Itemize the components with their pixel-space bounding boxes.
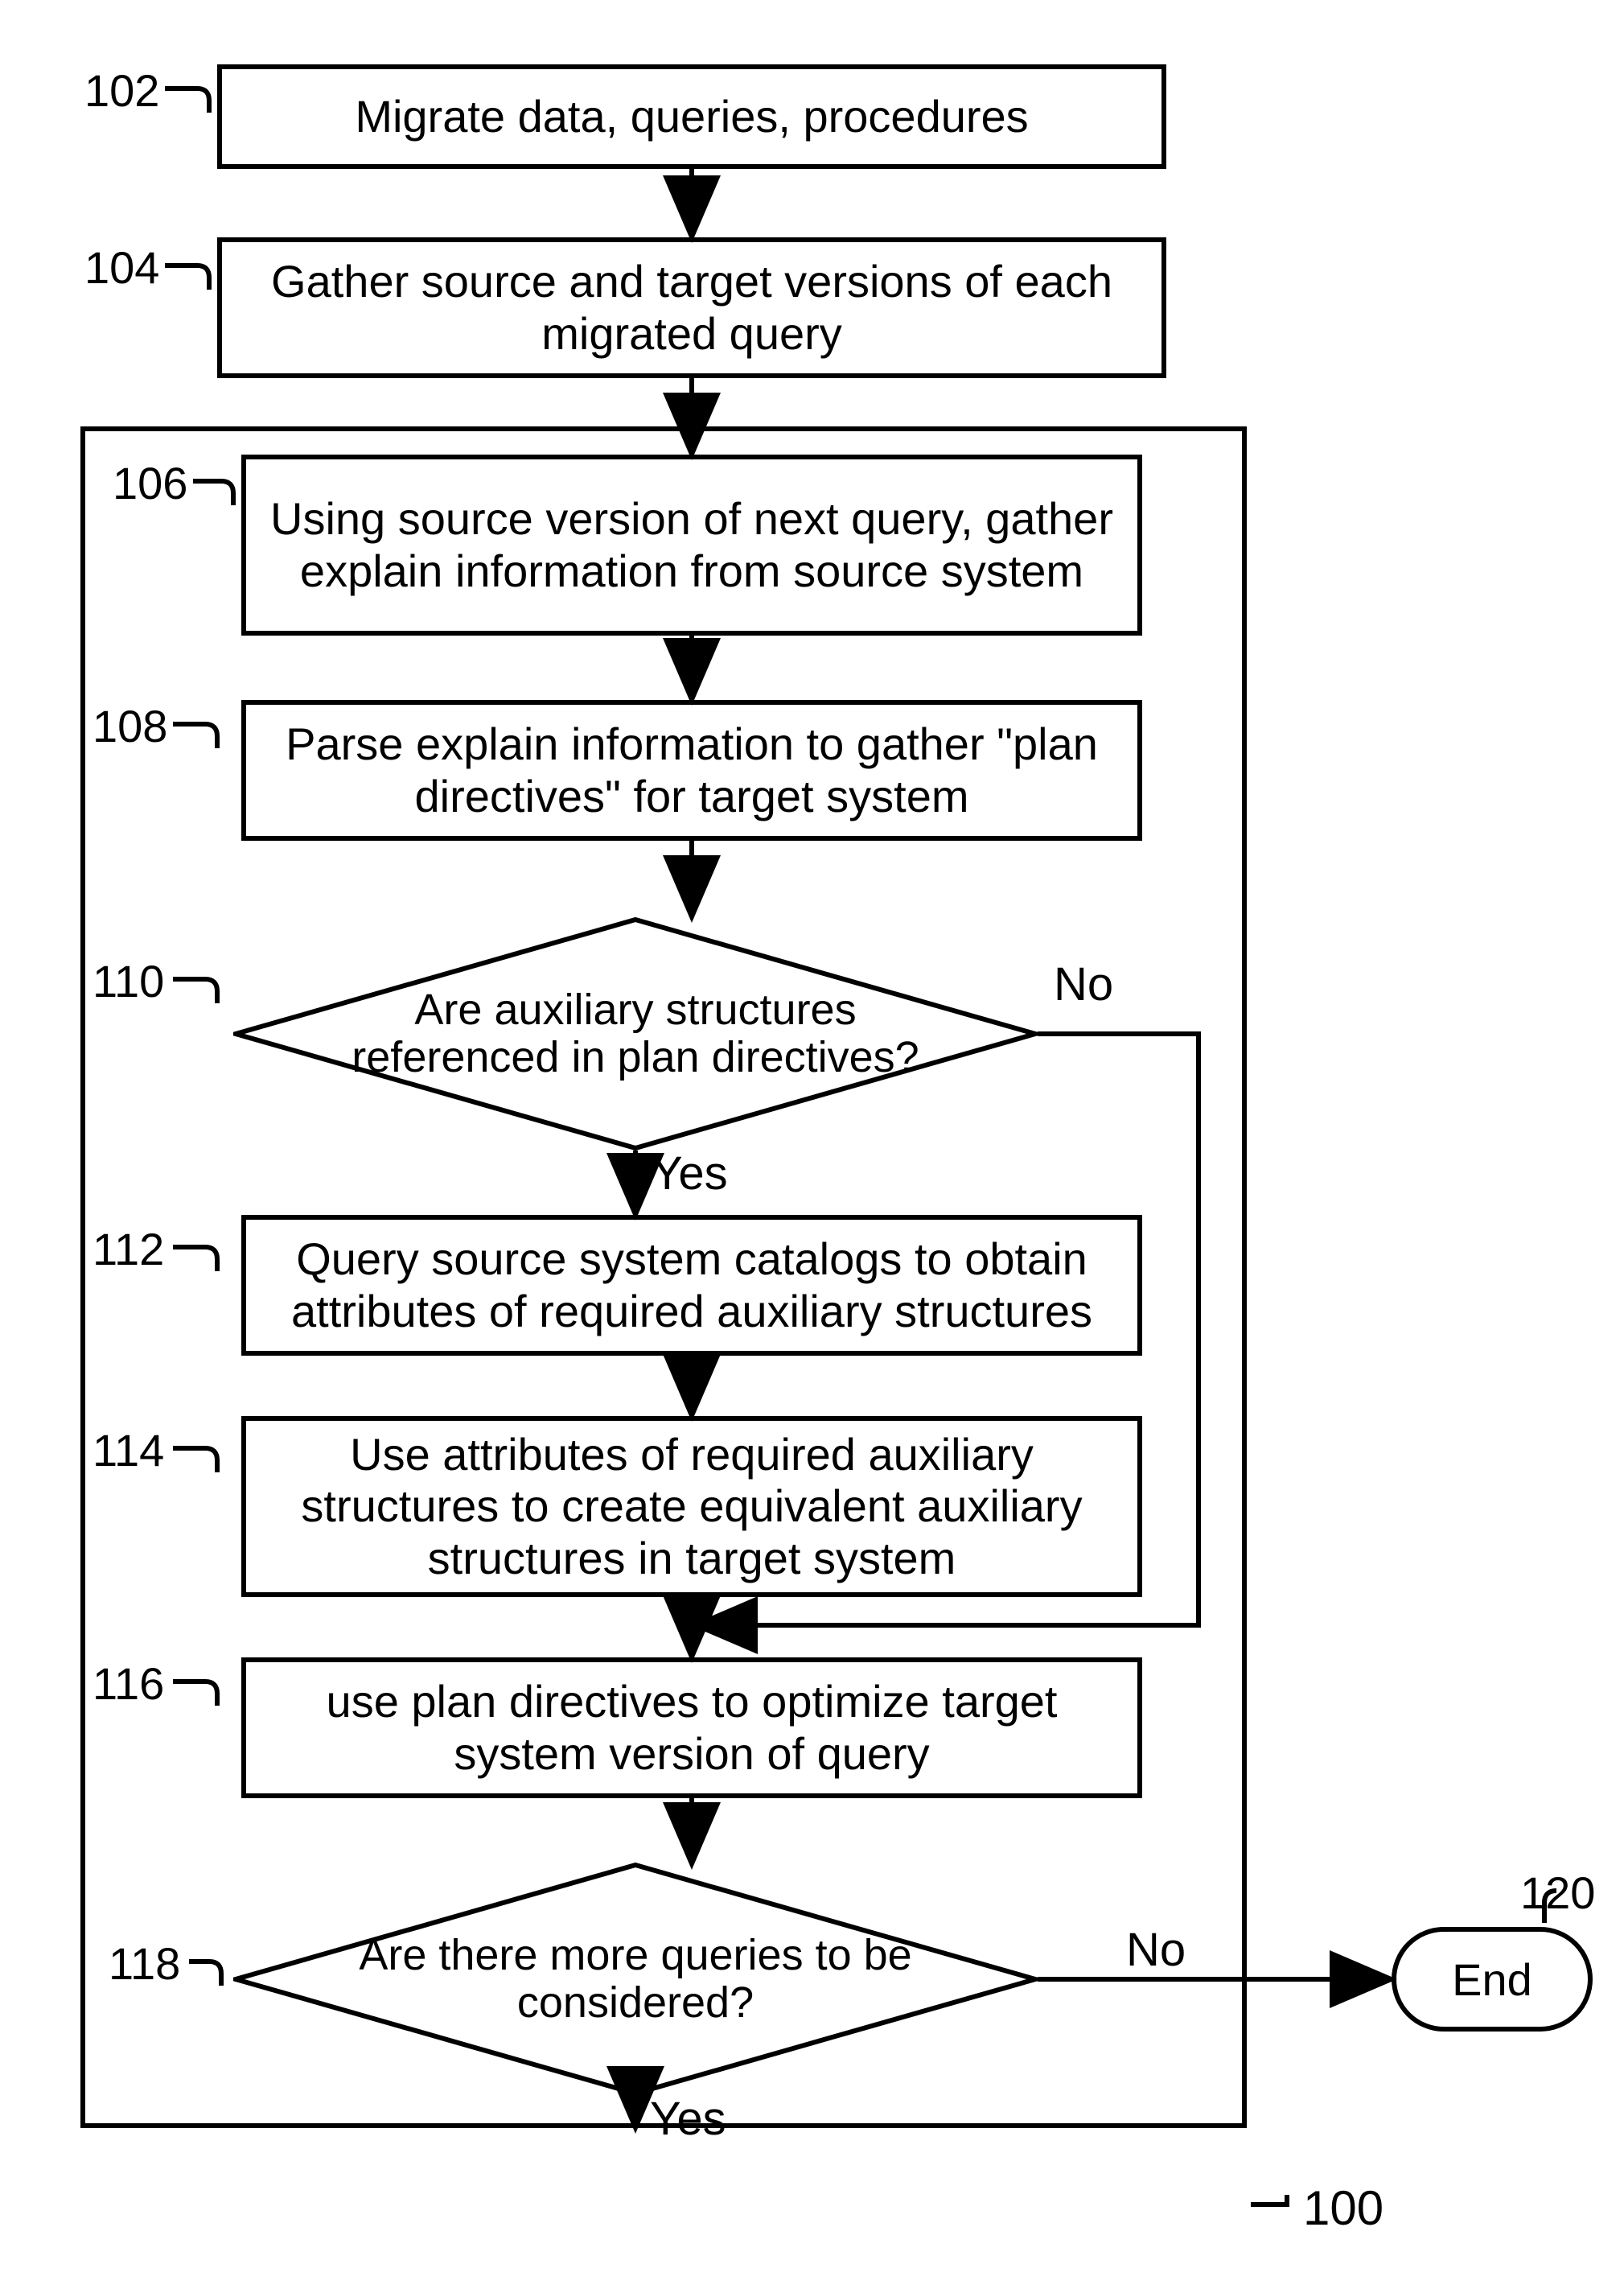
label-118-yes: Yes [650, 2092, 726, 2146]
label-110-yes: Yes [652, 1146, 728, 1200]
label-110-no: No [1054, 957, 1113, 1011]
flowchart-canvas: 102 Migrate data, queries, procedures 10… [0, 0, 1624, 2293]
decision-more-queries-text: Are there more queries to be considered? [330, 1932, 941, 2027]
step-parse-explain-text: Parse explain information to gather "pla… [262, 718, 1121, 822]
figure-number: 100 [1303, 2180, 1383, 2236]
step-gather-explain-text: Using source version of next query, gath… [262, 493, 1121, 597]
ref-114: 114 [93, 1424, 164, 1476]
step-gather-versions: Gather source and target versions of eac… [217, 237, 1166, 378]
step-create-structures-text: Use attributes of required auxiliary str… [262, 1429, 1121, 1584]
ref-112: 112 [93, 1223, 164, 1275]
step-query-catalogs: Query source system catalogs to obtain a… [241, 1215, 1142, 1356]
ref-110: 110 [93, 955, 164, 1007]
step-gather-explain: Using source version of next query, gath… [241, 455, 1142, 636]
step-query-catalogs-text: Query source system catalogs to obtain a… [262, 1233, 1121, 1337]
decision-more-queries: Are there more queries to be considered? [233, 1863, 1038, 2096]
step-migrate-data: Migrate data, queries, procedures [217, 64, 1166, 169]
ref-102: 102 [84, 64, 159, 117]
ref-104: 104 [84, 241, 159, 294]
terminator-end: End [1392, 1927, 1593, 2032]
terminator-end-text: End [1452, 1953, 1532, 2006]
ref-108: 108 [93, 700, 167, 752]
step-optimize-query: use plan directives to optimize target s… [241, 1657, 1142, 1798]
label-118-no: No [1126, 1923, 1186, 1977]
decision-aux-structures-text: Are auxiliary structures referenced in p… [330, 986, 941, 1082]
step-parse-explain: Parse explain information to gather "pla… [241, 700, 1142, 841]
ref-106: 106 [113, 457, 187, 509]
ref-116: 116 [93, 1657, 164, 1710]
step-create-structures: Use attributes of required auxiliary str… [241, 1416, 1142, 1597]
step-migrate-data-text: Migrate data, queries, procedures [355, 91, 1028, 142]
ref-118: 118 [109, 1937, 180, 1990]
step-optimize-query-text: use plan directives to optimize target s… [262, 1676, 1121, 1780]
step-gather-versions-text: Gather source and target versions of eac… [238, 256, 1145, 360]
decision-aux-structures: Are auxiliary structures referenced in p… [233, 917, 1038, 1151]
ref-120: 120 [1520, 1867, 1595, 1919]
